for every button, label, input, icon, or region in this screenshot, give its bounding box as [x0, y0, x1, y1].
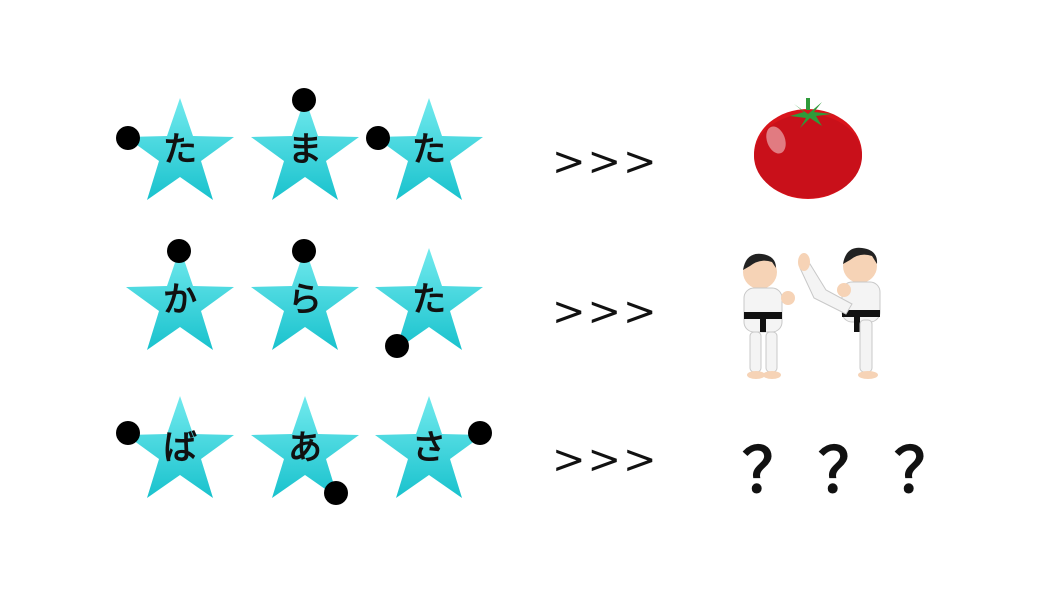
star-tile: さ	[373, 394, 485, 502]
dot-marker	[385, 334, 409, 358]
unknown-answer: ？？？	[742, 434, 971, 507]
star-character: た	[163, 130, 197, 170]
dot-marker	[116, 421, 140, 445]
arrow-text: >>>	[552, 289, 659, 335]
star-character: か	[163, 280, 197, 320]
dot-marker	[324, 481, 348, 505]
arrow-text: >>>	[552, 437, 659, 483]
star-character: ま	[288, 130, 322, 170]
star-tile: ば	[124, 394, 236, 502]
dot-marker	[167, 239, 191, 263]
dot-marker	[366, 126, 390, 150]
star-character: ら	[288, 280, 322, 320]
arrow-text: >>>	[552, 139, 659, 185]
dot-marker	[468, 421, 492, 445]
tomato-icon	[754, 98, 862, 199]
karate-fighters-icon	[743, 247, 881, 379]
star-tile: た	[373, 96, 485, 204]
star-character: あ	[288, 428, 322, 468]
star-character: た	[412, 280, 446, 320]
dot-marker	[292, 88, 316, 112]
dot-marker	[116, 126, 140, 150]
star-tile: た	[124, 96, 236, 204]
star-tile: ま	[249, 96, 361, 204]
dot-marker	[292, 239, 316, 263]
star-character: ば	[163, 428, 197, 468]
puzzle-board: た ま た >>> か ら た >>> ば あ さ >>> ？？？	[0, 0, 1060, 600]
